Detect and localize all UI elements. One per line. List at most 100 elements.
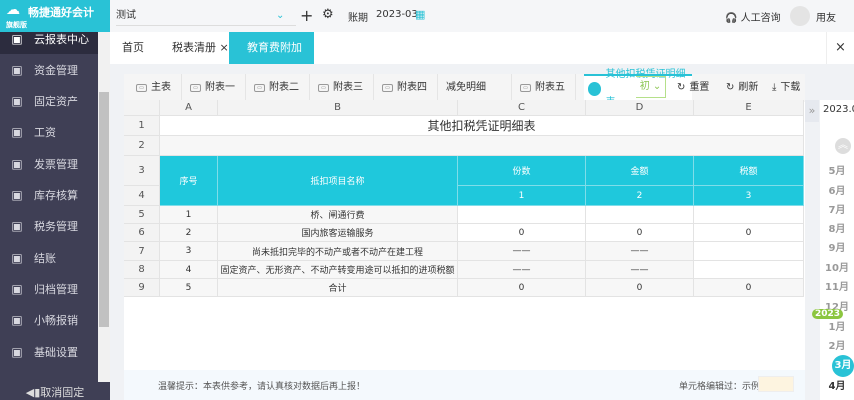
sidebar-item-6[interactable]: ▣ 税务管理: [0, 211, 98, 242]
row-header-5[interactable]: 5: [124, 206, 160, 224]
sidebar-item-5[interactable]: ▣ 库存核算: [0, 180, 98, 211]
period-value[interactable]: 2023-03: [376, 9, 418, 20]
header-count[interactable]: 份数: [458, 156, 586, 186]
row-header-9[interactable]: 9: [124, 279, 160, 297]
header-seq[interactable]: 序号: [160, 156, 218, 206]
row-header-2[interactable]: 2: [124, 136, 160, 156]
gear-icon[interactable]: ⚙: [322, 7, 334, 22]
sheet-tab-1[interactable]: ▭ 附表一: [190, 74, 246, 102]
table-cell[interactable]: 5: [160, 279, 218, 297]
table-cell[interactable]: 桥、闸通行费: [218, 206, 458, 224]
col-num-3[interactable]: 3: [694, 186, 804, 206]
add-icon[interactable]: +: [300, 6, 313, 25]
support-link[interactable]: 🎧 人工咨询: [725, 9, 781, 24]
header-name[interactable]: 抵扣项目名称: [218, 156, 458, 206]
unpin-button[interactable]: ◀▮取消固定: [0, 384, 110, 400]
table-cell[interactable]: 1: [160, 206, 218, 224]
account-select[interactable]: 测试 ⌄: [116, 6, 296, 26]
tab-tax-list[interactable]: 税表清册 ×: [164, 32, 237, 64]
col-num-1[interactable]: 1: [458, 186, 586, 206]
column-header-E[interactable]: E: [694, 100, 804, 116]
avatar[interactable]: [790, 6, 810, 26]
sidebar-item-3[interactable]: ▣ 工资: [0, 117, 98, 148]
archive-icon: ▣: [11, 281, 23, 296]
table-cell[interactable]: 0: [458, 224, 586, 242]
month-8[interactable]: 1月: [820, 318, 854, 333]
reset-button[interactable]: ↻ 重置: [677, 74, 709, 102]
month-10[interactable]: 3月: [832, 355, 854, 377]
table-cell[interactable]: ——: [458, 242, 586, 261]
table-cell[interactable]: [694, 206, 804, 224]
sheet-tab-5[interactable]: 减免明细: [446, 74, 512, 102]
row-header-4[interactable]: 4: [124, 186, 160, 206]
table-cell[interactable]: 2: [160, 224, 218, 242]
month-2[interactable]: 7月: [820, 201, 854, 216]
sidebar-scroll-thumb[interactable]: [99, 92, 109, 327]
sidebar-item-2[interactable]: ▣ 固定资产: [0, 86, 98, 117]
sidebar-item-label: 结账: [34, 251, 56, 265]
month-9[interactable]: 2月: [820, 337, 854, 352]
table-cell[interactable]: 3: [160, 242, 218, 261]
row-header-3[interactable]: 3: [124, 156, 160, 186]
row-header-6[interactable]: 6: [124, 224, 160, 242]
blank-row[interactable]: [160, 136, 804, 156]
sidebar-item-4[interactable]: ▣ 发票管理: [0, 148, 98, 179]
month-0[interactable]: 5月: [820, 162, 854, 177]
table-cell[interactable]: 0: [586, 224, 694, 242]
tab-home[interactable]: 首页: [114, 32, 152, 64]
table-cell[interactable]: [458, 206, 586, 224]
sheet-tab-3[interactable]: ▭ 附表三: [318, 74, 374, 102]
row-header-7[interactable]: 7: [124, 242, 160, 261]
scroll-up-icon[interactable]: ︽: [835, 138, 851, 154]
month-11[interactable]: 4月: [820, 377, 854, 392]
month-1[interactable]: 6月: [820, 182, 854, 197]
month-3[interactable]: 8月: [820, 220, 854, 235]
sheet-tab-6[interactable]: ▭ 附表五: [520, 74, 576, 102]
column-header-D[interactable]: D: [586, 100, 694, 116]
column-header-A[interactable]: A: [160, 100, 218, 116]
table-cell[interactable]: 国内旅客运输服务: [218, 224, 458, 242]
download-button[interactable]: ⤓ 下载: [772, 74, 800, 102]
table-cell[interactable]: [694, 242, 804, 261]
table-cell[interactable]: 0: [458, 279, 586, 297]
sidebar-item-8[interactable]: ▣ 归档管理: [0, 273, 98, 304]
sidebar-item-7[interactable]: ▣ 结账: [0, 242, 98, 273]
sheet-tab-2[interactable]: ▭ 附表二: [254, 74, 310, 102]
close-all-icon[interactable]: ×: [826, 32, 854, 64]
calendar-icon[interactable]: ▦: [415, 8, 425, 21]
table-cell[interactable]: 尚未抵扣完毕的不动产或者不动产在建工程: [218, 242, 458, 261]
table-cell[interactable]: [694, 261, 804, 279]
table-cell[interactable]: 合计: [218, 279, 458, 297]
column-header-C[interactable]: C: [458, 100, 586, 116]
table-cell[interactable]: 固定资产、无形资产、不动产转变用途可以抵扣的进项税额: [218, 261, 458, 279]
row-header-8[interactable]: 8: [124, 261, 160, 279]
tab-education-surcharge[interactable]: 教育费附加 ×: [229, 32, 314, 86]
header-tax[interactable]: 税额: [694, 156, 804, 186]
month-4[interactable]: 9月: [820, 239, 854, 254]
expand-panel-icon[interactable]: »: [805, 100, 819, 122]
month-6[interactable]: 11月: [820, 278, 854, 293]
user-name[interactable]: 用友: [816, 9, 836, 24]
table-cell[interactable]: [586, 206, 694, 224]
sidebar-item-10[interactable]: ▣ 基础设置: [0, 336, 98, 367]
report-title[interactable]: 其他扣税凭证明细表: [160, 116, 804, 136]
period-dropdown[interactable]: 初 ⌄: [636, 76, 666, 98]
row-header-1[interactable]: 1: [124, 116, 160, 136]
sidebar-item-1[interactable]: ▣ 资金管理: [0, 54, 98, 85]
table-cell[interactable]: 0: [694, 279, 804, 297]
table-cell[interactable]: ——: [458, 261, 586, 279]
table-cell[interactable]: 0: [586, 279, 694, 297]
table-cell[interactable]: 0: [694, 224, 804, 242]
table-cell[interactable]: ——: [586, 261, 694, 279]
sheet-tab-4[interactable]: ▭ 附表四: [382, 74, 438, 102]
month-5[interactable]: 10月: [820, 259, 854, 274]
col-num-2[interactable]: 2: [586, 186, 694, 206]
column-header-B[interactable]: B: [218, 100, 458, 116]
table-cell[interactable]: ——: [586, 242, 694, 261]
refresh-button[interactable]: ↻ 刷新: [726, 74, 758, 102]
sheet-tab-0[interactable]: ▭ 主表: [136, 74, 182, 102]
sidebar-item-9[interactable]: ▣ 小畅报销: [0, 305, 98, 336]
header-amount[interactable]: 金额: [586, 156, 694, 186]
table-cell[interactable]: 4: [160, 261, 218, 279]
sidebar-item-0[interactable]: ▣ 云报表中心: [0, 32, 98, 54]
